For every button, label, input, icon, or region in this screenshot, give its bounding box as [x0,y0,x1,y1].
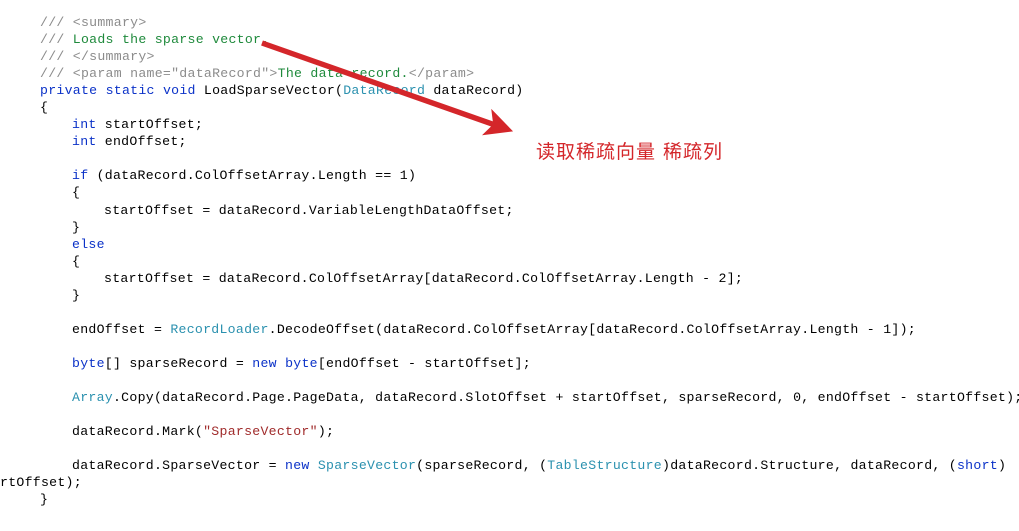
code-line: int endOffset; [0,133,1019,150]
code-token: SparseVector [317,458,417,474]
code-token: <param name="dataRecord"> [72,66,278,82]
code-token: DataRecord [343,83,426,99]
code-block: /// <summary>/// Loads the sparse vector… [0,14,1019,508]
code-token: short [956,458,998,474]
code-token: [] sparseRecord = [104,355,253,371]
code-token: ); [317,424,335,440]
code-token: [endOffset - startOffset]; [317,355,531,371]
code-line: startOffset = dataRecord.ColOffsetArray[… [0,270,1019,287]
code-token: Loads the sparse vector. [72,32,270,48]
code-token: startOffset; [96,117,204,133]
code-screenshot-canvas: /// <summary>/// Loads the sparse vector… [0,0,1019,531]
code-token: Array [72,390,113,406]
code-token: byte [72,355,105,371]
code-token: private [40,83,98,99]
code-token: void [162,83,196,99]
code-line: int startOffset; [0,116,1019,133]
code-line: { [0,184,1019,201]
code-line: /// <summary> [0,14,1019,31]
code-line: } [0,287,1019,304]
code-token: (dataRecord.ColOffsetArray.Length == 1) [88,168,417,184]
code-token: } [40,492,49,508]
code-token: } [72,219,81,235]
code-line: /// <param name="dataRecord">The data re… [0,65,1019,82]
code-token: /// [40,15,73,30]
code-token: new [252,355,277,371]
code-line: startOffset = dataRecord.VariableLengthD… [0,202,1019,219]
code-token: (sparseRecord, ( [416,458,548,474]
code-line: Array.Copy(dataRecord.Page.PageData, dat… [0,389,1019,406]
code-token: LoadSparseVector( [195,83,344,99]
code-line: byte[] sparseRecord = new byte[endOffset… [0,355,1019,372]
code-token: } [72,287,81,303]
code-token: int [72,117,97,133]
code-token: startOffset = dataRecord.ColOffsetArray[… [104,270,744,286]
code-token: .DecodeOffset(dataRecord.ColOffsetArray[… [268,321,916,337]
code-token: rtOffset); [0,475,82,491]
code-line: /// </summary> [0,48,1019,65]
code-token: dataRecord.Mark( [72,424,204,440]
code-token: static [105,83,155,99]
code-line: /// Loads the sparse vector. [0,31,1019,48]
code-token: .Copy(dataRecord.Page.PageData, dataReco… [112,390,1019,406]
code-token: dataRecord) [425,83,524,99]
code-token: "SparseVector" [203,424,318,440]
code-line: dataRecord.Mark("SparseVector"); [0,423,1019,440]
code-token: </param> [408,66,475,82]
code-token: { [72,185,81,201]
code-token: /// [40,32,73,48]
code-token: )dataRecord.Structure, dataRecord, ( [662,458,957,474]
code-token: { [40,100,49,116]
code-line: rtOffset); [0,474,1019,491]
code-line: } [0,219,1019,236]
code-token: /// [40,49,73,65]
code-token: endOffset = [72,321,171,337]
code-line: dataRecord.SparseVector = new SparseVect… [0,457,1019,474]
code-token: </summary> [72,49,155,65]
code-line: { [0,99,1019,116]
code-line: if (dataRecord.ColOffsetArray.Length == … [0,167,1019,184]
code-token: RecordLoader [170,321,269,337]
code-line: { [0,253,1019,270]
code-line: else [0,236,1019,253]
code-token: byte [285,355,318,371]
code-token: dataRecord.SparseVector = [72,458,286,474]
code-token: { [72,253,81,269]
code-token: if [72,168,89,184]
code-token: startOffset = dataRecord.VariableLengthD… [104,202,514,218]
code-token: new [285,458,310,474]
code-token: int [72,134,97,150]
code-token: <summary> [72,15,147,30]
code-token: else [72,236,105,252]
code-line: } [0,491,1019,508]
code-token: endOffset; [96,134,187,150]
code-line: private static void LoadSparseVector(Dat… [0,82,1019,99]
code-line: endOffset = RecordLoader.DecodeOffset(da… [0,321,1019,338]
code-token: ) [997,458,1007,474]
code-token: TableStructure [547,458,662,474]
code-token: /// [40,66,73,82]
code-token: The data record. [277,66,409,82]
